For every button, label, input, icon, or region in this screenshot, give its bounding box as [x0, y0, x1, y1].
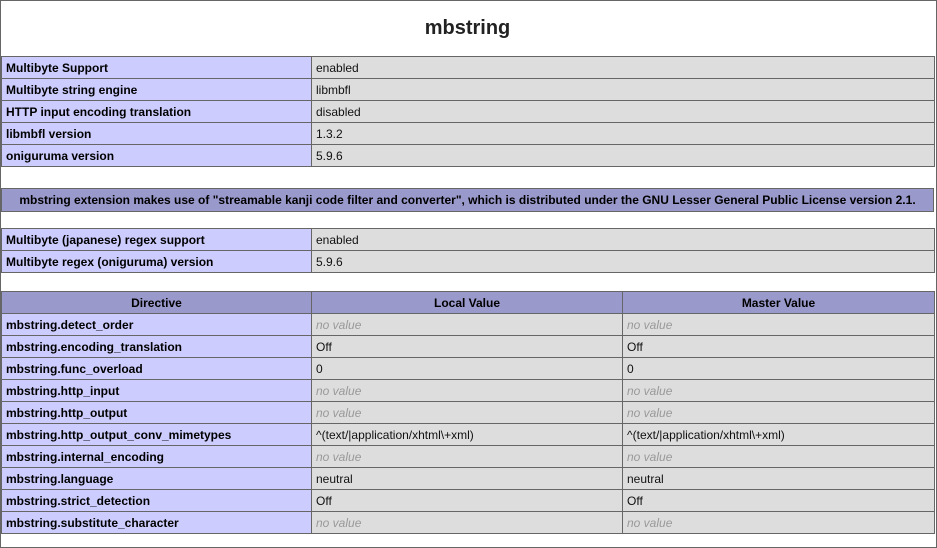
local-value: no value	[311, 313, 623, 336]
table-row: oniguruma version 5.9.6	[1, 144, 935, 167]
master-value: no value	[622, 445, 935, 468]
header-local-value: Local Value	[311, 291, 623, 314]
header-master-value: Master Value	[622, 291, 935, 314]
directive-name: mbstring.internal_encoding	[1, 445, 312, 468]
section-title: mbstring	[424, 16, 511, 39]
directive-name: mbstring.detect_order	[1, 313, 312, 336]
row-value: enabled	[311, 56, 935, 79]
local-value: no value	[311, 379, 623, 402]
local-value: Off	[311, 335, 623, 358]
row-value: enabled	[311, 228, 935, 251]
directive-name: mbstring.language	[1, 467, 312, 490]
directive-name: mbstring.encoding_translation	[1, 335, 312, 358]
row-label: Multibyte string engine	[1, 78, 312, 101]
local-value: Off	[311, 489, 623, 512]
table-row: Multibyte Support enabled	[1, 56, 935, 79]
regex-info-table: Multibyte (japanese) regex support enable…	[1, 228, 935, 273]
local-value: no value	[311, 445, 623, 468]
master-value: no value	[622, 379, 935, 402]
table-row: Multibyte string engine libmbfl	[1, 78, 935, 101]
local-value: 0	[311, 357, 623, 380]
local-value: ^(text/|application/xhtml\+xml)	[311, 423, 623, 446]
master-value: 0	[622, 357, 935, 380]
directive-row: mbstring.substitute_character no value no …	[1, 511, 935, 534]
master-value: no value	[622, 313, 935, 336]
table-row: libmbfl version 1.3.2	[1, 122, 935, 145]
directive-name: mbstring.substitute_character	[1, 511, 312, 534]
master-value: Off	[622, 335, 935, 358]
directive-name: mbstring.func_overload	[1, 357, 312, 380]
directive-row: mbstring.encoding_translation Off Off	[1, 335, 935, 358]
row-label: Multibyte regex (oniguruma) version	[1, 250, 312, 273]
directive-row: mbstring.internal_encoding no value no val…	[1, 445, 935, 468]
table-row: HTTP input encoding translation disabled	[1, 100, 935, 123]
row-value: libmbfl	[311, 78, 935, 101]
master-value: neutral	[622, 467, 935, 490]
directive-row: mbstring.func_overload 0 0	[1, 357, 935, 380]
row-value: 5.9.6	[311, 144, 935, 167]
table-row: Multibyte (japanese) regex support enable…	[1, 228, 935, 251]
row-label: oniguruma version	[1, 144, 312, 167]
row-label: Multibyte Support	[1, 56, 312, 79]
row-value: disabled	[311, 100, 935, 123]
local-value: neutral	[311, 467, 623, 490]
local-value: no value	[311, 401, 623, 424]
directive-row: mbstring.http_output_conv_mimetypes ^(tex…	[1, 423, 935, 446]
row-label: libmbfl version	[1, 122, 312, 145]
mbstring-info-table: Multibyte Support enabled Multibyte string…	[1, 56, 935, 167]
directive-name: mbstring.http_input	[1, 379, 312, 402]
directives-header-row: Directive Local Value Master Value	[1, 291, 935, 314]
header-directive: Directive	[1, 291, 312, 314]
row-value: 5.9.6	[311, 250, 935, 273]
local-value: no value	[311, 511, 623, 534]
row-label: HTTP input encoding translation	[1, 100, 312, 123]
master-value: Off	[622, 489, 935, 512]
directive-row: mbstring.language neutral neutral	[1, 467, 935, 490]
directive-row: mbstring.strict_detection Off Off	[1, 489, 935, 512]
license-note: mbstring extension makes use of "streama…	[1, 188, 934, 212]
directive-name: mbstring.http_output	[1, 401, 312, 424]
directive-row: mbstring.http_input no value no value	[1, 379, 935, 402]
directive-row: mbstring.http_output no value no value	[1, 401, 935, 424]
directive-name: mbstring.http_output_conv_mimetypes	[1, 423, 312, 446]
master-value: no value	[622, 511, 935, 534]
master-value: ^(text/|application/xhtml\+xml)	[622, 423, 935, 446]
directive-row: mbstring.detect_order no value no value	[1, 313, 935, 336]
table-row: Multibyte regex (oniguruma) version 5.9.6	[1, 250, 935, 273]
directive-name: mbstring.strict_detection	[1, 489, 312, 512]
master-value: no value	[622, 401, 935, 424]
directives-table: Directive Local Value Master Value mbstr…	[1, 291, 935, 534]
row-label: Multibyte (japanese) regex support	[1, 228, 312, 251]
row-value: 1.3.2	[311, 122, 935, 145]
